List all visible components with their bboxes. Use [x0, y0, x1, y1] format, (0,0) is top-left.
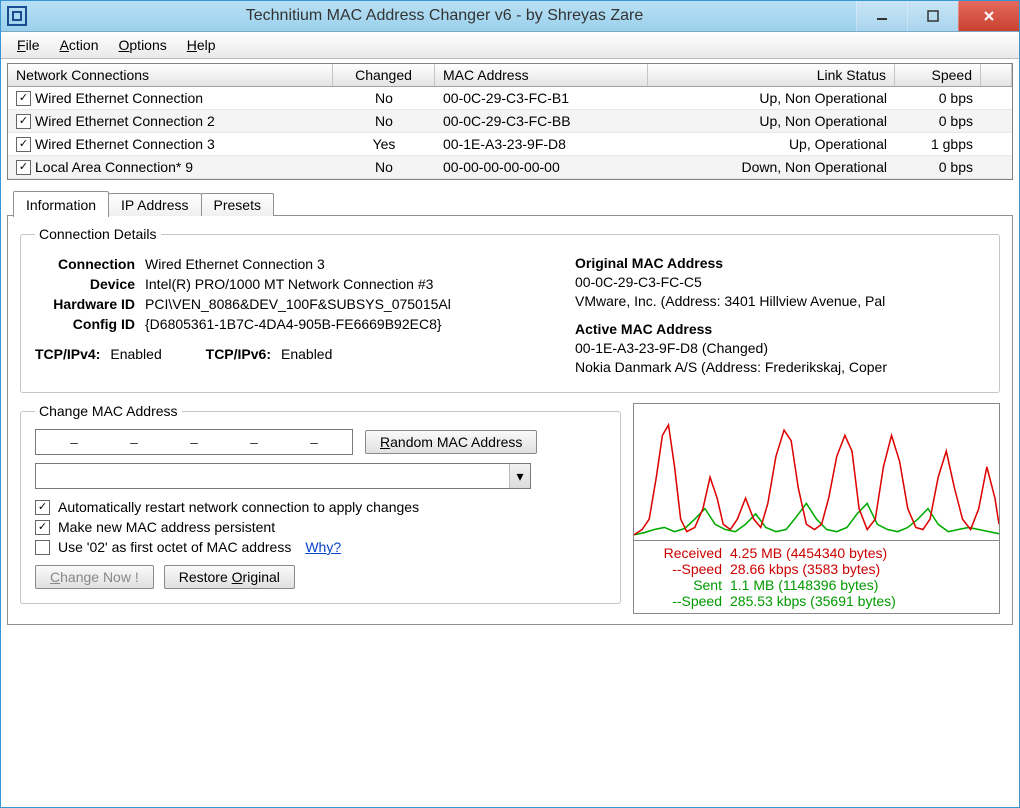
config-id-label: Config ID	[35, 316, 135, 332]
col-mac[interactable]: MAC Address	[435, 64, 648, 86]
hardware-id-value: PCI\VEN_8086&DEV_100F&SUBSYS_075015Al	[145, 296, 535, 312]
row-name: Local Area Connection* 9	[35, 159, 193, 175]
col-link[interactable]: Link Status	[648, 64, 895, 86]
original-mac-value: 00-0C-29-C3-FC-C5	[575, 274, 985, 290]
row-changed: No	[333, 110, 435, 132]
row-link: Up, Operational	[648, 133, 895, 155]
hardware-id-label: Hardware ID	[35, 296, 135, 312]
row-name: Wired Ethernet Connection 3	[35, 136, 215, 152]
col-changed[interactable]: Changed	[333, 64, 435, 86]
row-mac: 00-00-00-00-00-00	[435, 156, 648, 178]
octet-checkbox[interactable]	[35, 540, 50, 555]
menu-file[interactable]: File	[7, 35, 50, 55]
tab-information[interactable]: Information	[13, 191, 109, 217]
change-now-button[interactable]: Change Now !	[35, 565, 154, 589]
device-label: Device	[35, 276, 135, 292]
row-link: Up, Non Operational	[648, 110, 895, 132]
connection-details-group: Connection Details Connection Wired Ether…	[20, 226, 1000, 393]
received-speed-label: --Speed	[642, 561, 722, 577]
row-mac: 00-0C-29-C3-FC-B1	[435, 87, 648, 109]
row-speed: 0 bps	[895, 156, 981, 178]
persistent-checkbox[interactable]	[35, 520, 50, 535]
row-link: Up, Non Operational	[648, 87, 895, 109]
original-mac-vendor: VMware, Inc. (Address: 3401 Hillview Ave…	[575, 293, 985, 309]
row-checkbox[interactable]	[16, 114, 31, 129]
col-name[interactable]: Network Connections	[8, 64, 333, 86]
row-changed: Yes	[333, 133, 435, 155]
sent-label: Sent	[642, 577, 722, 593]
vendor-combo[interactable]: ▾	[35, 463, 531, 489]
row-checkbox[interactable]	[16, 137, 31, 152]
mac-input[interactable]: –––––	[35, 429, 353, 455]
row-name: Wired Ethernet Connection	[35, 90, 203, 106]
sent-speed-value: 285.53 kbps (35691 bytes)	[730, 593, 896, 609]
connection-label: Connection	[35, 256, 135, 272]
traffic-graph	[634, 404, 999, 540]
close-button[interactable]	[958, 1, 1019, 31]
row-checkbox[interactable]	[16, 91, 31, 106]
received-label: Received	[642, 545, 722, 561]
minimize-button[interactable]	[856, 1, 907, 31]
tab-panel-information: Connection Details Connection Wired Ether…	[7, 215, 1013, 625]
received-value: 4.25 MB (4454340 bytes)	[730, 545, 887, 561]
row-speed: 1 gbps	[895, 133, 981, 155]
sent-value: 1.1 MB (1148396 bytes)	[730, 577, 878, 593]
why-link[interactable]: Why?	[305, 539, 341, 555]
ipv6-label: TCP/IPv6:	[206, 346, 271, 362]
row-changed: No	[333, 87, 435, 109]
traffic-graph-box: Received 4.25 MB (4454340 bytes) --Speed 2…	[633, 403, 1000, 614]
ipv6-value: Enabled	[281, 346, 332, 362]
received-speed-value: 28.66 kbps (3583 bytes)	[730, 561, 880, 577]
table-row[interactable]: Wired Ethernet Connection 3 Yes00-1E-A3-2…	[8, 133, 1012, 156]
tab-presets[interactable]: Presets	[201, 193, 274, 216]
random-mac-button[interactable]: Random MAC Address	[365, 430, 537, 454]
device-value: Intel(R) PRO/1000 MT Network Connection …	[145, 276, 535, 292]
restore-original-button[interactable]: Restore Original	[164, 565, 295, 589]
titlebar[interactable]: Technitium MAC Address Changer v6 - by S…	[1, 1, 1019, 32]
row-speed: 0 bps	[895, 87, 981, 109]
table-row[interactable]: Local Area Connection* 9 No00-00-00-00-00…	[8, 156, 1012, 179]
sent-speed-label: --Speed	[642, 593, 722, 609]
octet-label: Use '02' as first octet of MAC address	[58, 539, 291, 555]
active-mac-header: Active MAC Address	[575, 321, 985, 337]
active-mac-value: 00-1E-A3-23-9F-D8 (Changed)	[575, 340, 985, 356]
connection-value: Wired Ethernet Connection 3	[145, 256, 535, 272]
row-speed: 0 bps	[895, 110, 981, 132]
ipv4-value: Enabled	[110, 346, 161, 362]
tab-ip-address[interactable]: IP Address	[108, 193, 201, 216]
app-icon	[7, 6, 27, 26]
col-speed[interactable]: Speed	[895, 64, 981, 86]
row-checkbox[interactable]	[16, 160, 31, 175]
connection-details-legend: Connection Details	[35, 226, 161, 242]
change-mac-legend: Change MAC Address	[35, 403, 182, 419]
connections-grid: Network Connections Changed MAC Address …	[7, 63, 1013, 180]
table-row[interactable]: Wired Ethernet Connection No00-0C-29-C3-F…	[8, 87, 1012, 110]
row-mac: 00-1E-A3-23-9F-D8	[435, 133, 648, 155]
row-mac: 00-0C-29-C3-FC-BB	[435, 110, 648, 132]
chevron-down-icon[interactable]: ▾	[509, 464, 530, 488]
row-name: Wired Ethernet Connection 2	[35, 113, 215, 129]
menu-action[interactable]: Action	[50, 35, 109, 55]
auto-restart-checkbox[interactable]	[35, 500, 50, 515]
change-mac-group: Change MAC Address ––––– Random MAC Addr…	[20, 403, 621, 604]
row-link: Down, Non Operational	[648, 156, 895, 178]
active-mac-vendor: Nokia Danmark A/S (Address: Frederikskaj…	[575, 359, 985, 375]
menu-help[interactable]: Help	[177, 35, 226, 55]
window-title: Technitium MAC Address Changer v6 - by S…	[33, 7, 856, 25]
app-window: Technitium MAC Address Changer v6 - by S…	[0, 0, 1020, 808]
config-id-value: {D6805361-1B7C-4DA4-905B-FE6669B92EC8}	[145, 316, 535, 332]
persistent-label: Make new MAC address persistent	[58, 519, 275, 535]
ipv4-label: TCP/IPv4:	[35, 346, 100, 362]
col-end	[981, 64, 1012, 86]
menubar: File Action Options Help	[1, 32, 1019, 59]
auto-restart-label: Automatically restart network connection…	[58, 499, 419, 515]
original-mac-header: Original MAC Address	[575, 255, 985, 271]
row-changed: No	[333, 156, 435, 178]
table-row[interactable]: Wired Ethernet Connection 2 No00-0C-29-C3…	[8, 110, 1012, 133]
maximize-button[interactable]	[907, 1, 958, 31]
menu-options[interactable]: Options	[109, 35, 177, 55]
